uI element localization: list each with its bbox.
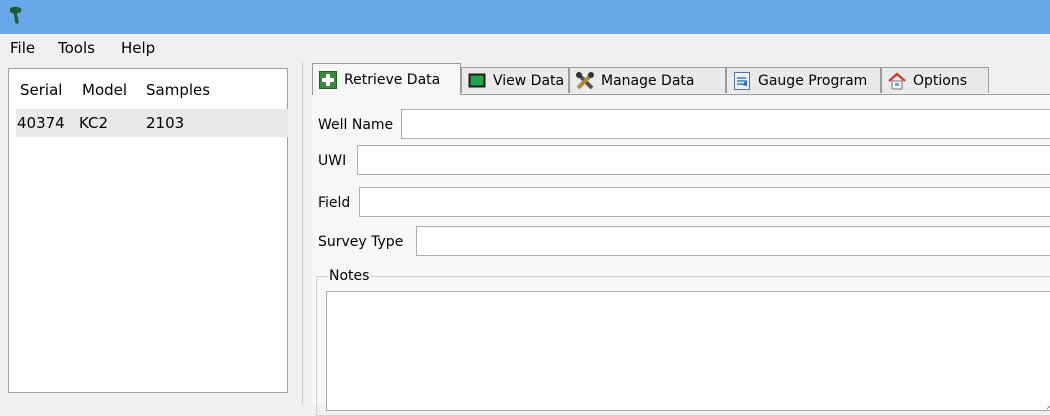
tab-gauge-program[interactable]: Gauge Program <box>726 67 881 93</box>
list-header: Serial Model Samples <box>9 69 287 109</box>
tab-view-data[interactable]: View Data <box>461 67 569 93</box>
column-header-model[interactable]: Model <box>82 81 127 99</box>
device-row[interactable]: 40374 KC2 2103 <box>16 109 288 137</box>
notes-label: Notes <box>328 268 371 284</box>
tab-manage-data[interactable]: Manage Data <box>569 67 726 93</box>
uwi-input[interactable] <box>357 145 1050 175</box>
column-header-samples[interactable]: Samples <box>146 81 210 99</box>
tab-options[interactable]: Options <box>881 67 989 93</box>
tools-icon <box>576 72 594 90</box>
tab-label: Gauge Program <box>758 73 868 89</box>
device-list[interactable]: Serial Model Samples 40374 KC2 2103 <box>8 68 288 393</box>
tab-label: Options <box>913 73 968 89</box>
cell-model: KC2 <box>79 114 109 132</box>
well-name-label: Well Name <box>318 117 394 133</box>
column-header-serial[interactable]: Serial <box>20 81 62 99</box>
program-icon <box>734 72 750 90</box>
tab-retrieve-data[interactable]: Retrieve Data <box>312 63 461 95</box>
plus-icon <box>319 71 337 89</box>
field-label: Field <box>318 195 351 211</box>
menu-help[interactable]: Help <box>121 39 155 57</box>
monitor-icon <box>468 73 486 88</box>
cell-samples: 2103 <box>146 114 185 132</box>
tab-label: Manage Data <box>601 73 695 89</box>
menu-bar: File Tools Help <box>0 34 1050 60</box>
app-logo-icon <box>10 6 22 24</box>
survey-type-input[interactable] <box>416 226 1050 256</box>
tab-label: Retrieve Data <box>344 72 441 88</box>
uwi-label: UWI <box>318 153 347 169</box>
tab-bar: Retrieve Data View Data Manage Data Gaug… <box>312 63 1050 95</box>
title-bar <box>0 0 1050 34</box>
survey-type-label: Survey Type <box>318 234 404 250</box>
menu-file[interactable]: File <box>10 39 35 57</box>
splitter[interactable] <box>302 62 303 404</box>
well-name-input[interactable] <box>401 109 1050 139</box>
cell-serial: 40374 <box>17 114 65 132</box>
home-icon <box>888 72 906 90</box>
field-input[interactable] <box>359 187 1050 217</box>
tab-label: View Data <box>493 73 565 89</box>
menu-tools[interactable]: Tools <box>58 39 95 57</box>
notes-textarea[interactable] <box>326 291 1050 411</box>
